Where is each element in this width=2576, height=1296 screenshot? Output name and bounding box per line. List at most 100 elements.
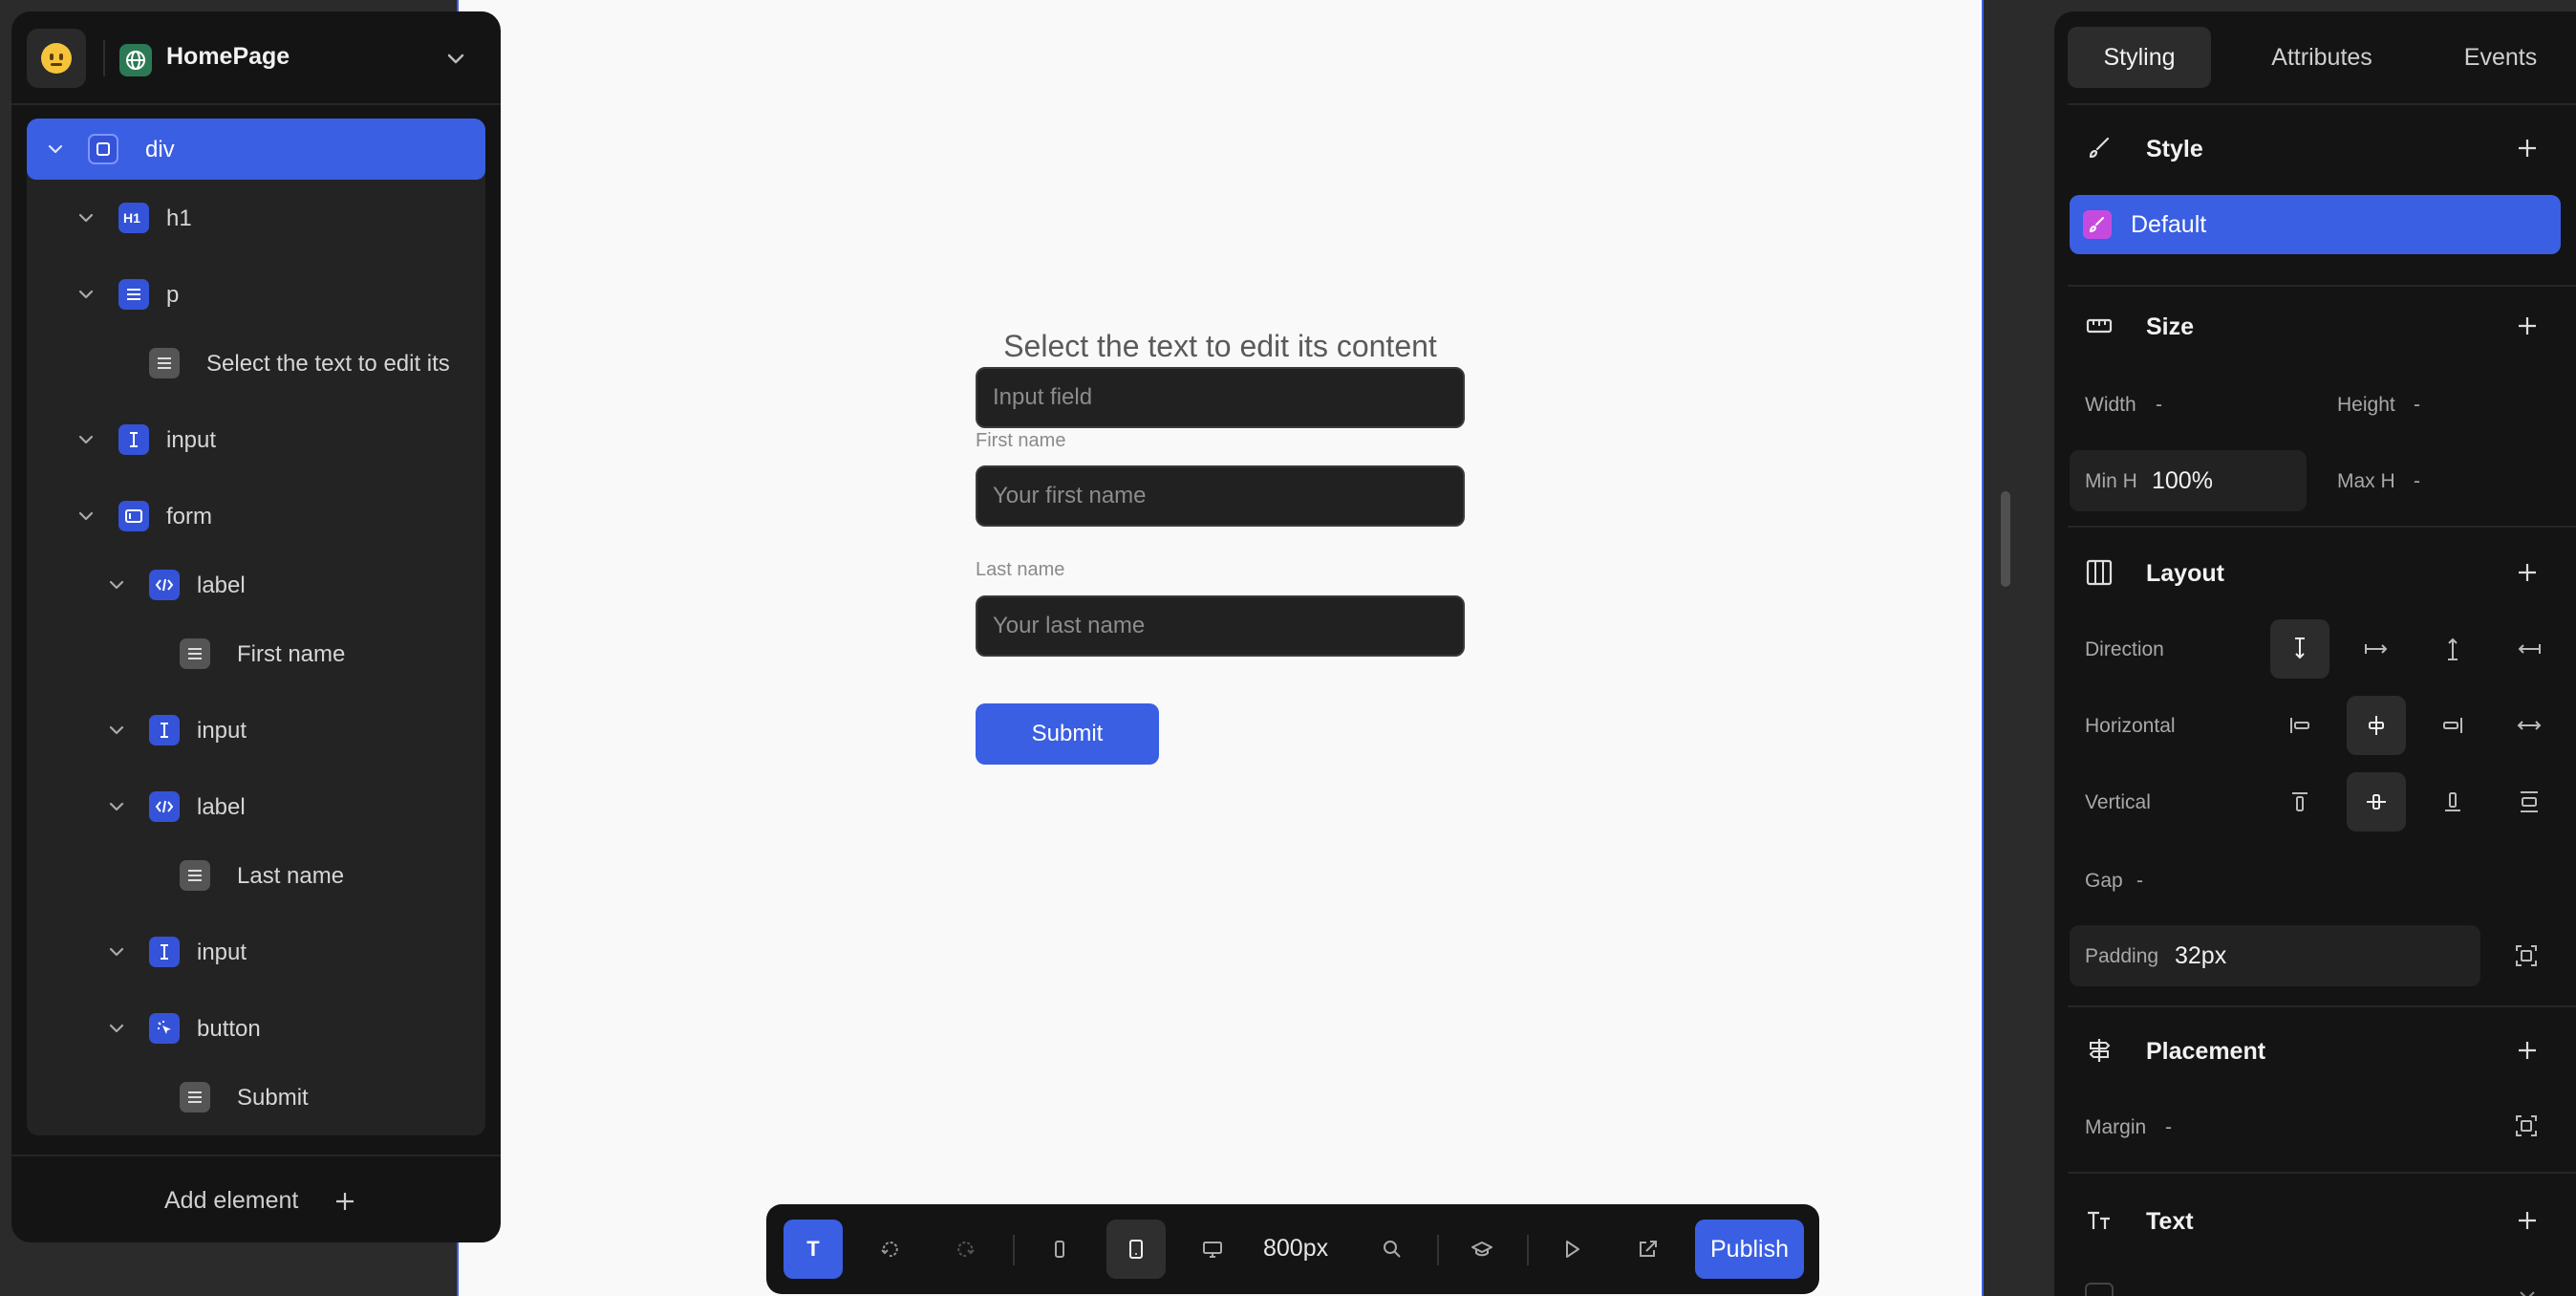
padding-label: Padding (2085, 945, 2159, 967)
plus-icon[interactable] (2515, 1208, 2540, 1233)
tree-node-label-1[interactable]: label (27, 554, 485, 616)
tree-node-text[interactable]: Submit (27, 1067, 485, 1128)
chevron-down-icon[interactable] (75, 283, 97, 306)
chevron-down-icon[interactable] (105, 573, 128, 596)
canvas-input-field[interactable]: Input field (976, 367, 1465, 428)
align-top-button[interactable] (2270, 772, 2329, 832)
tree-node-div[interactable]: div (27, 119, 485, 180)
canvas-first-name-input[interactable]: Your first name (976, 465, 1465, 527)
tree-node-text[interactable]: Select the text to edit its (27, 333, 485, 394)
box-sides-icon[interactable] (2513, 1112, 2540, 1139)
tree-node-text[interactable]: Last name (27, 845, 485, 906)
reset-zoom-button[interactable] (1363, 1220, 1422, 1279)
font-swatch[interactable] (2085, 1283, 2114, 1296)
tutorial-button[interactable] (1452, 1220, 1512, 1279)
tree-node-text[interactable]: First name (27, 623, 485, 684)
align-stretch-button[interactable] (2500, 696, 2559, 755)
width-value[interactable]: - (2156, 394, 2162, 417)
horizontal-label: Horizontal (2085, 715, 2176, 737)
tree-node-label: First name (237, 641, 346, 667)
direction-row-reverse-button[interactable] (2500, 619, 2559, 679)
box-icon (88, 134, 118, 164)
canvas-heading[interactable]: Select the text to edit its content (976, 329, 1465, 364)
zoom-reset-icon (1384, 1241, 1401, 1258)
canvas-last-name-label[interactable]: Last name (976, 559, 1064, 581)
divider (2068, 285, 2576, 287)
direction-column-reverse-button[interactable] (2423, 619, 2482, 679)
redo-button[interactable] (936, 1220, 996, 1279)
gap-value[interactable]: - (2136, 870, 2143, 893)
open-external-button[interactable] (1619, 1220, 1678, 1279)
canvas-submit-button[interactable]: Submit (976, 703, 1159, 765)
align-center-button[interactable] (2347, 696, 2406, 755)
chevron-down-icon[interactable] (441, 44, 470, 73)
tree-node-label-2[interactable]: label (27, 776, 485, 837)
canvas-first-name-label[interactable]: First name (976, 430, 1065, 452)
style-default-token[interactable]: Default (2070, 195, 2561, 254)
tree-node-button[interactable]: button (27, 998, 485, 1059)
page-name[interactable]: HomePage (166, 43, 290, 71)
height-value[interactable]: - (2414, 394, 2420, 417)
padding-field[interactable]: Padding 32px (2070, 925, 2480, 986)
chevron-down-icon[interactable] (75, 428, 97, 451)
width-label: Width (2085, 394, 2136, 416)
tree-node-h1[interactable]: H1 h1 (27, 187, 485, 248)
canvas-width-readout[interactable]: 800px (1263, 1235, 1328, 1263)
tree-node-label: h1 (166, 205, 192, 231)
toolbar-divider (1437, 1235, 1439, 1265)
preview-button[interactable] (1542, 1220, 1601, 1279)
stretch-vertical-icon (2521, 791, 2538, 812)
tree-node-input[interactable]: input (27, 921, 485, 983)
canvas-last-name-input[interactable]: Your last name (976, 595, 1465, 657)
tree-node-label: input (197, 718, 247, 744)
text-tool-button[interactable]: T (784, 1220, 843, 1279)
undo-button[interactable] (860, 1220, 919, 1279)
chevron-down-icon[interactable] (75, 206, 97, 229)
box-sides-icon[interactable] (2513, 942, 2540, 969)
canvas-scrollbar[interactable] (2001, 491, 2010, 587)
chevron-down-icon[interactable] (105, 795, 128, 818)
align-center-icon (2369, 716, 2384, 735)
plus-icon[interactable] (2515, 560, 2540, 585)
direction-column-button[interactable] (2270, 619, 2329, 679)
max-height-value[interactable]: - (2414, 470, 2420, 493)
plus-icon[interactable] (2515, 313, 2540, 338)
chevron-down-icon[interactable] (105, 719, 128, 742)
mobile-view-button[interactable] (1030, 1220, 1089, 1279)
direction-row-button[interactable] (2347, 619, 2406, 679)
layout-section-title: Layout (2146, 560, 2224, 587)
tree-node-input[interactable]: input (27, 700, 485, 761)
align-bottom-button[interactable] (2423, 772, 2482, 832)
tab-events[interactable]: Events (2429, 27, 2572, 88)
plus-icon[interactable] (2515, 136, 2540, 161)
tree-node-label: Submit (237, 1085, 309, 1111)
align-middle-icon (2367, 794, 2386, 810)
emoji-button[interactable] (27, 29, 86, 88)
chevron-down-icon[interactable] (105, 1017, 128, 1040)
min-height-field[interactable]: Min H 100% (2070, 450, 2307, 511)
tree-node-p[interactable]: p (27, 264, 485, 325)
add-element-button[interactable]: Add element (164, 1183, 354, 1221)
properties-panel: Styling Attributes Events Style Default … (2054, 11, 2576, 1296)
plus-icon[interactable] (2515, 1038, 2540, 1063)
align-left-button[interactable] (2270, 696, 2329, 755)
tree-node-label: label (197, 794, 246, 820)
tab-attributes[interactable]: Attributes (2236, 27, 2408, 88)
chevron-down-icon[interactable] (2515, 1283, 2540, 1296)
align-right-button[interactable] (2423, 696, 2482, 755)
tablet-view-button[interactable] (1106, 1220, 1166, 1279)
chevron-down-icon[interactable] (44, 138, 67, 161)
margin-value[interactable]: - (2165, 1116, 2172, 1139)
align-middle-button[interactable] (2347, 772, 2406, 832)
tree-node-input[interactable]: input (27, 409, 485, 470)
desktop-view-button[interactable] (1183, 1220, 1242, 1279)
chevron-down-icon[interactable] (75, 505, 97, 528)
tree-node-form[interactable]: form (27, 486, 485, 547)
publish-button[interactable]: Publish (1695, 1220, 1804, 1279)
tab-styling[interactable]: Styling (2068, 27, 2211, 88)
stretch-horizontal-icon (2517, 721, 2542, 730)
chevron-down-icon[interactable] (105, 940, 128, 963)
smiley-icon (41, 43, 72, 74)
max-height-label: Max H (2337, 470, 2395, 492)
align-stretch-vertical-button[interactable] (2500, 772, 2559, 832)
